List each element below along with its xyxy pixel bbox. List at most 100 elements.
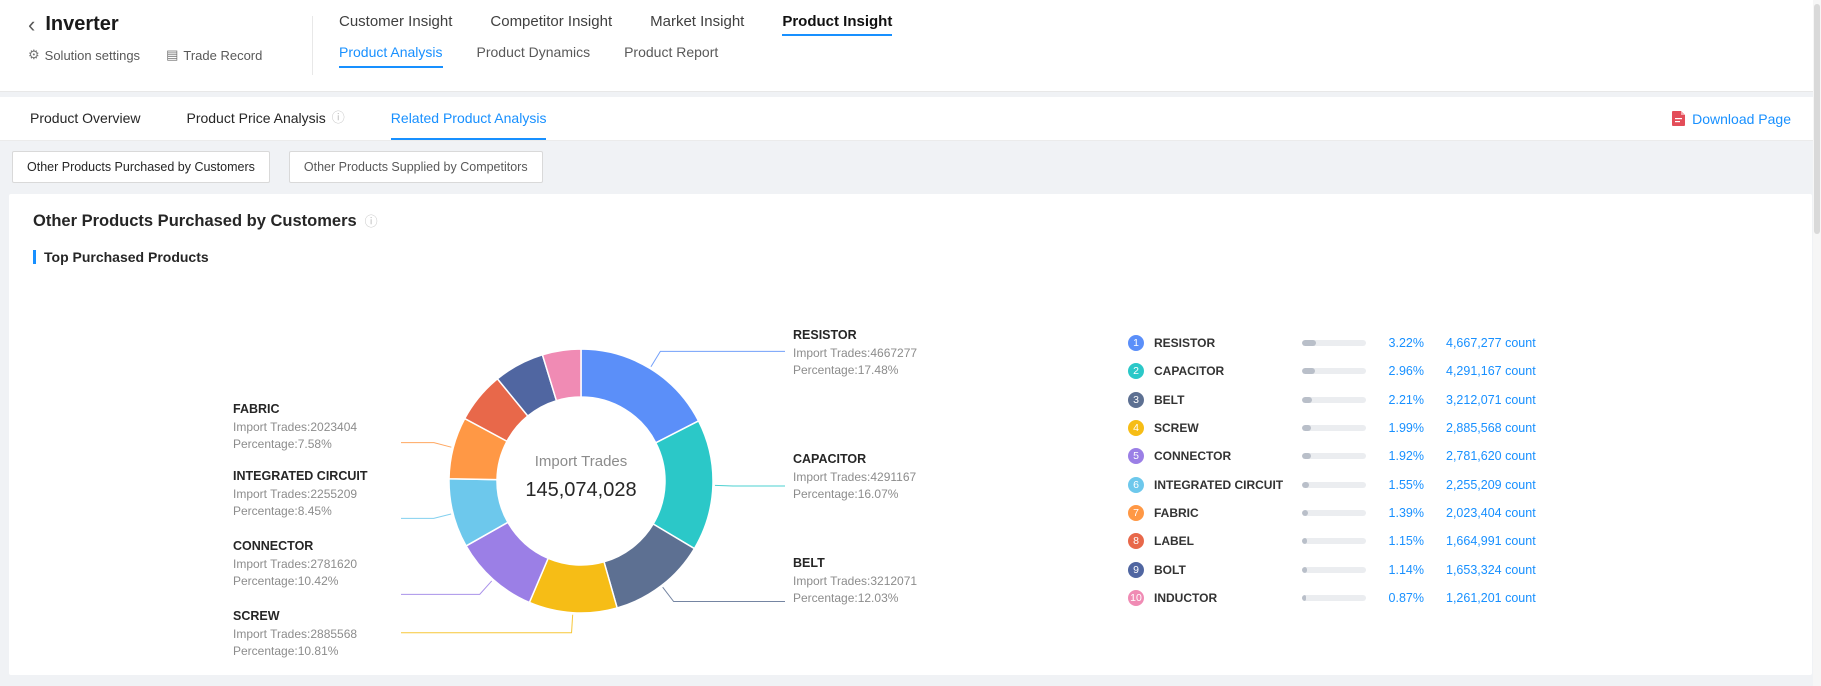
- product-name: RESISTOR: [1154, 336, 1302, 350]
- percent-value: 1.55%: [1380, 478, 1424, 492]
- page-title: Inverter: [45, 13, 118, 36]
- ranking-row: 8 LABEL 1.15% 1,664,991 count: [1128, 527, 1598, 555]
- tab-product-insight[interactable]: Product Insight: [782, 13, 892, 36]
- progress-bar-fill: [1302, 368, 1315, 374]
- solution-settings-link[interactable]: ⚙ Solution settings: [28, 47, 140, 63]
- main-tab-bar: Customer Insight Competitor Insight Mark…: [339, 13, 892, 36]
- chart-callout: BELT Import Trades:3212071 Percentage:12…: [793, 555, 963, 607]
- donut-chart[interactable]: [33, 283, 1133, 683]
- progress-bar-fill: [1302, 510, 1308, 516]
- progress-bar-fill: [1302, 397, 1312, 403]
- tab-customer-insight[interactable]: Customer Insight: [339, 13, 452, 36]
- percent-value: 2.96%: [1380, 364, 1424, 378]
- ranking-row: 4 SCREW 1.99% 2,885,568 count: [1128, 414, 1598, 442]
- tab-product-analysis[interactable]: Product Analysis: [339, 44, 443, 68]
- count-link[interactable]: 1,653,324 count: [1446, 563, 1536, 577]
- trade-record-label: Trade Record: [183, 48, 262, 63]
- count-link[interactable]: 2,255,209 count: [1446, 478, 1536, 492]
- pdf-file-icon: [1672, 111, 1685, 126]
- header-tabs: Customer Insight Competitor Insight Mark…: [313, 0, 892, 91]
- callout-name: SCREW: [233, 608, 403, 625]
- callout-percent: Percentage:12.03%: [793, 590, 963, 607]
- progress-bar: [1302, 538, 1366, 544]
- callout-trades: Import Trades:2255209: [233, 486, 403, 503]
- download-page-label: Download Page: [1692, 111, 1791, 127]
- rank-badge: 6: [1128, 477, 1144, 493]
- count-link[interactable]: 2,023,404 count: [1446, 506, 1536, 520]
- progress-bar: [1302, 453, 1366, 459]
- callout-name: CAPACITOR: [793, 451, 963, 468]
- progress-bar: [1302, 510, 1366, 516]
- progress-bar-fill: [1302, 595, 1306, 601]
- product-name: INTEGRATED CIRCUIT: [1154, 478, 1302, 492]
- progress-bar-fill: [1302, 538, 1307, 544]
- nav-product-price-analysis[interactable]: Product Price Analysis ⓘ: [186, 97, 344, 140]
- count-link[interactable]: 4,667,277 count: [1446, 336, 1536, 350]
- progress-bar-fill: [1302, 453, 1311, 459]
- count-link[interactable]: 1,664,991 count: [1446, 534, 1536, 548]
- product-name: FABRIC: [1154, 506, 1302, 520]
- callout-trades: Import Trades:2781620: [233, 556, 403, 573]
- percent-value: 1.39%: [1380, 506, 1424, 520]
- nav-spacer: [592, 97, 1672, 140]
- ranking-row: 2 CAPACITOR 2.96% 4,291,167 count: [1128, 357, 1598, 385]
- document-icon: ▤: [166, 47, 178, 63]
- rank-badge: 2: [1128, 363, 1144, 379]
- nav-related-product-analysis[interactable]: Related Product Analysis: [391, 97, 547, 140]
- count-link[interactable]: 1,261,201 count: [1446, 591, 1536, 605]
- top-products-ranking: 1 RESISTOR 3.22% 4,667,277 count 2 CAPAC…: [1128, 329, 1598, 612]
- chip-purchased-by-customers[interactable]: Other Products Purchased by Customers: [12, 151, 270, 183]
- percent-value: 1.92%: [1380, 449, 1424, 463]
- app-header: ‹ Inverter ⚙ Solution settings ▤ Trade R…: [0, 0, 1821, 92]
- callout-trades: Import Trades:2023404: [233, 419, 403, 436]
- progress-bar: [1302, 595, 1366, 601]
- back-chevron-icon[interactable]: ‹: [28, 15, 35, 35]
- chip-supplied-by-competitors[interactable]: Other Products Supplied by Competitors: [289, 151, 543, 183]
- ranking-row: 6 INTEGRATED CIRCUIT 1.55% 2,255,209 cou…: [1128, 470, 1598, 498]
- count-link[interactable]: 2,781,620 count: [1446, 449, 1536, 463]
- info-icon[interactable]: ⓘ: [332, 111, 345, 124]
- count-link[interactable]: 2,885,568 count: [1446, 421, 1536, 435]
- rank-badge: 5: [1128, 448, 1144, 464]
- chart-callout: INTEGRATED CIRCUIT Import Trades:2255209…: [233, 468, 403, 520]
- callout-percent: Percentage:10.42%: [233, 573, 403, 590]
- download-page-button[interactable]: Download Page: [1672, 97, 1791, 140]
- callout-percent: Percentage:7.58%: [233, 436, 403, 453]
- tab-competitor-insight[interactable]: Competitor Insight: [490, 13, 612, 36]
- callout-name: INTEGRATED CIRCUIT: [233, 468, 403, 485]
- filter-chip-row: Other Products Purchased by Customers Ot…: [12, 151, 1821, 183]
- callout-trades: Import Trades:4667277: [793, 345, 963, 362]
- panel-title: Other Products Purchased by Customers: [33, 212, 357, 231]
- count-link[interactable]: 4,291,167 count: [1446, 364, 1536, 378]
- nav-related-product-analysis-label: Related Product Analysis: [391, 110, 547, 126]
- scrollbar-thumb[interactable]: [1814, 4, 1820, 234]
- callout-name: RESISTOR: [793, 327, 963, 344]
- product-name: CONNECTOR: [1154, 449, 1302, 463]
- percent-value: 2.21%: [1380, 393, 1424, 407]
- tab-market-insight[interactable]: Market Insight: [650, 13, 744, 36]
- product-name: CAPACITOR: [1154, 364, 1302, 378]
- tab-product-dynamics[interactable]: Product Dynamics: [477, 44, 591, 68]
- rank-badge: 8: [1128, 533, 1144, 549]
- callout-trades: Import Trades:4291167: [793, 469, 963, 486]
- nav-product-overview[interactable]: Product Overview: [30, 97, 140, 140]
- chart-callout: SCREW Import Trades:2885568 Percentage:1…: [233, 608, 403, 660]
- trade-record-link[interactable]: ▤ Trade Record: [166, 47, 262, 63]
- analysis-nav-bar: Product Overview Product Price Analysis …: [0, 97, 1821, 141]
- count-link[interactable]: 3,212,071 count: [1446, 393, 1536, 407]
- progress-bar-fill: [1302, 482, 1309, 488]
- chart-callout: FABRIC Import Trades:2023404 Percentage:…: [233, 401, 403, 453]
- progress-bar-fill: [1302, 425, 1311, 431]
- vertical-scrollbar[interactable]: [1813, 0, 1821, 686]
- callout-trades: Import Trades:3212071: [793, 573, 963, 590]
- progress-bar: [1302, 368, 1366, 374]
- rank-badge: 7: [1128, 505, 1144, 521]
- callout-percent: Percentage:8.45%: [233, 503, 403, 520]
- progress-bar: [1302, 397, 1366, 403]
- nav-product-overview-label: Product Overview: [30, 110, 140, 126]
- tab-product-report[interactable]: Product Report: [624, 44, 718, 68]
- ranking-row: 3 BELT 2.21% 3,212,071 count: [1128, 386, 1598, 414]
- chart-callout: CAPACITOR Import Trades:4291167 Percenta…: [793, 451, 963, 503]
- info-icon[interactable]: ⓘ: [365, 215, 378, 228]
- sub-tab-bar: Product Analysis Product Dynamics Produc…: [339, 44, 892, 68]
